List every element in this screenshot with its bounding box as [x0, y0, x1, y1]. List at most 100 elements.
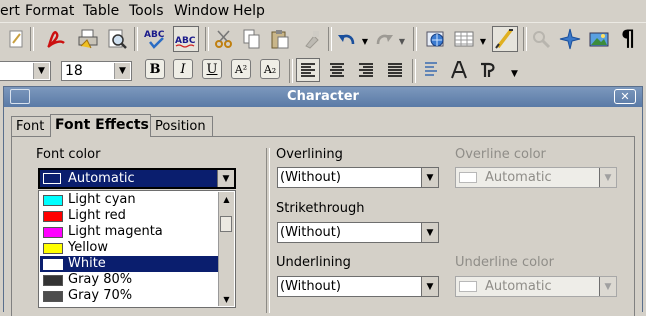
- color-swatch: [43, 291, 63, 302]
- chevron-down-icon[interactable]: ▼: [599, 277, 616, 296]
- color-swatch: [459, 172, 477, 183]
- navigator-icon[interactable]: [558, 27, 582, 51]
- column-divider: [266, 148, 270, 313]
- chevron-down-icon[interactable]: ▼: [421, 277, 438, 296]
- paragraph-styles-icon[interactable]: [419, 58, 443, 82]
- justify-icon[interactable]: [383, 58, 407, 82]
- underline-button[interactable]: U: [202, 59, 222, 79]
- spellcheck-icon[interactable]: ABC: [143, 27, 169, 51]
- overlining-value: (Without): [280, 170, 341, 185]
- cut-icon[interactable]: [212, 27, 236, 51]
- color-swatch: [43, 211, 63, 222]
- superscript-button[interactable]: A²: [231, 59, 251, 79]
- nonprinting-characters-icon[interactable]: ¶: [616, 27, 640, 52]
- strikethrough-label: Strikethrough: [276, 201, 365, 216]
- font-color-value: Automatic: [68, 171, 135, 186]
- color-swatch: [43, 275, 63, 286]
- tab-font[interactable]: Font: [11, 116, 51, 136]
- list-item[interactable]: Yellow: [40, 240, 218, 256]
- tab-position[interactable]: Position: [150, 116, 213, 136]
- gallery-icon[interactable]: [587, 27, 611, 51]
- font-color-list[interactable]: Light cyan Light red Light magenta Yello…: [38, 190, 236, 308]
- menu-window[interactable]: Window: [174, 3, 229, 19]
- strikethrough-select[interactable]: (Without) ▼: [277, 222, 439, 243]
- scrollbar-thumb[interactable]: [220, 216, 232, 232]
- scroll-down-icon[interactable]: ▼: [219, 292, 234, 306]
- chevron-down-icon[interactable]: ▼: [33, 63, 49, 79]
- underlining-select[interactable]: (Without) ▼: [277, 276, 439, 297]
- paste-icon[interactable]: [268, 27, 292, 51]
- underline-color-label: Underline color: [455, 255, 554, 270]
- overlining-select[interactable]: (Without) ▼: [277, 167, 439, 188]
- toolbar-overflow-icon[interactable]: ▼: [511, 69, 518, 79]
- align-right-icon[interactable]: [354, 58, 378, 82]
- find-replace-icon[interactable]: [529, 27, 553, 51]
- color-swatch: [43, 259, 63, 270]
- table-dropdown-icon[interactable]: ▼: [478, 29, 488, 53]
- menu-insert[interactable]: ert: [0, 3, 20, 19]
- list-item[interactable]: Light cyan: [40, 192, 218, 208]
- menu-format[interactable]: Format: [25, 3, 74, 19]
- bold-button[interactable]: B: [145, 59, 165, 79]
- overlining-label: Overlining: [276, 147, 343, 162]
- font-color-select[interactable]: Automatic ▼: [38, 168, 236, 189]
- show-draw-functions-icon[interactable]: [492, 26, 518, 52]
- underlining-label: Underlining: [276, 255, 351, 270]
- copy-icon[interactable]: [240, 27, 264, 51]
- hyperlink-icon[interactable]: [424, 27, 448, 51]
- chevron-down-icon[interactable]: ▼: [421, 223, 438, 242]
- undo-dropdown-icon[interactable]: ▼: [360, 29, 370, 53]
- autospellcheck-icon[interactable]: ABC: [173, 26, 199, 52]
- undo-icon[interactable]: [335, 27, 359, 51]
- list-item-selected[interactable]: White: [40, 256, 218, 272]
- export-pdf-icon[interactable]: [44, 27, 68, 51]
- table-icon[interactable]: [452, 27, 476, 51]
- character-highlighting-icon[interactable]: [477, 58, 501, 82]
- list-item[interactable]: Light magenta: [40, 224, 218, 240]
- chevron-down-icon[interactable]: ▼: [421, 168, 438, 187]
- character-dialog: Character ✕ Font Font Effects Position F…: [3, 86, 643, 316]
- tab-font-effects[interactable]: Font Effects: [50, 114, 151, 137]
- underlining-value: (Without): [280, 279, 341, 294]
- color-swatch: [43, 227, 63, 238]
- print-icon[interactable]: [76, 27, 100, 51]
- menu-bar: ert Format Table Tools Window Help: [0, 0, 646, 22]
- strikethrough-value: (Without): [280, 225, 341, 240]
- list-scrollbar[interactable]: ▲ ▼: [218, 192, 234, 306]
- subscript-button[interactable]: A₂: [260, 59, 280, 79]
- redo-icon[interactable]: [372, 27, 396, 51]
- overline-color-label: Overline color: [455, 147, 546, 162]
- formatting-toolbar: ▼ 18 ▼ B I U A² A₂ ▼: [0, 56, 646, 86]
- font-size-combo[interactable]: 18 ▼: [61, 61, 132, 81]
- chevron-down-icon[interactable]: ▼: [599, 168, 616, 187]
- dialog-titlebar[interactable]: Character ✕: [4, 87, 642, 107]
- chevron-down-icon[interactable]: ▼: [217, 170, 234, 187]
- close-icon[interactable]: ✕: [614, 89, 636, 104]
- list-item[interactable]: Gray 70%: [40, 288, 218, 304]
- underline-color-value: Automatic: [485, 279, 552, 294]
- color-swatch: [43, 195, 63, 206]
- align-center-icon[interactable]: [325, 58, 349, 82]
- edit-file-icon[interactable]: [4, 27, 28, 51]
- menu-help[interactable]: Help: [233, 3, 265, 19]
- overline-color-select[interactable]: Automatic ▼: [455, 167, 617, 188]
- align-left-icon[interactable]: [296, 58, 320, 82]
- color-swatch: [459, 281, 477, 292]
- font-size-value: 18: [65, 63, 83, 79]
- italic-button[interactable]: I: [173, 59, 193, 79]
- clone-formatting-icon[interactable]: [299, 27, 323, 51]
- list-item[interactable]: Gray 80%: [40, 272, 218, 288]
- page-preview-icon[interactable]: [105, 27, 129, 51]
- font-color-icon[interactable]: [447, 58, 471, 82]
- menu-table[interactable]: Table: [83, 3, 119, 19]
- scroll-up-icon[interactable]: ▲: [219, 192, 234, 206]
- redo-dropdown-icon[interactable]: ▼: [397, 29, 407, 53]
- menu-tools[interactable]: Tools: [129, 3, 164, 19]
- list-item[interactable]: Light red: [40, 208, 218, 224]
- chevron-down-icon[interactable]: ▼: [114, 63, 130, 79]
- underline-color-select[interactable]: Automatic ▼: [455, 276, 617, 297]
- font-color-swatch: [43, 173, 61, 184]
- font-name-combo[interactable]: ▼: [0, 61, 51, 81]
- color-swatch: [43, 243, 63, 254]
- font-color-label: Font color: [36, 147, 101, 162]
